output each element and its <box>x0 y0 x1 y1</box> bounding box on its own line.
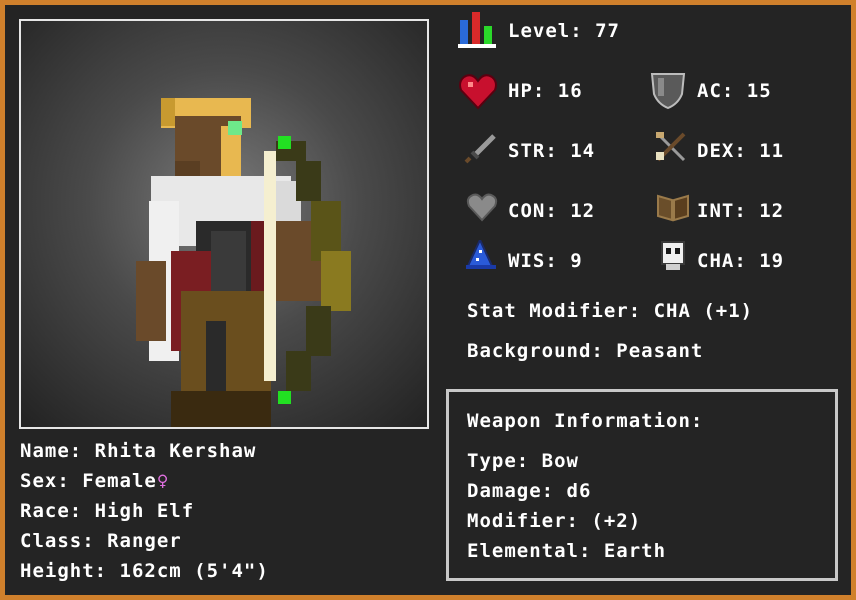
heart-icon <box>459 74 497 110</box>
stat-modifier-label: Stat Modifier: CHA (+1) <box>467 300 754 322</box>
background-label: Background: Peasant <box>467 340 704 362</box>
int-label: INT: 12 <box>697 200 785 222</box>
female-symbol-icon: ♀ <box>156 470 170 492</box>
ranger-sprite <box>136 98 351 427</box>
skull-mask-icon <box>661 241 685 270</box>
class-label: Class: Ranger <box>20 530 182 552</box>
str-label: STR: 14 <box>508 140 596 162</box>
height-label: Height: 162cm (5'4") <box>20 560 269 582</box>
wizard-hat-icon <box>466 240 496 269</box>
character-portrait <box>19 19 429 429</box>
gray-heart-icon <box>466 193 498 222</box>
sword-icon <box>464 134 496 164</box>
hp-label: HP: 16 <box>508 80 583 102</box>
level-bars-icon <box>458 12 496 48</box>
wis-label: WIS: 9 <box>508 250 583 272</box>
weapon-type: Type: Bow <box>467 450 579 472</box>
sex-label: Sex: Female♀ <box>20 470 169 492</box>
book-icon <box>657 194 689 222</box>
con-label: CON: 12 <box>508 200 596 222</box>
weapon-modifier: Modifier: (+2) <box>467 510 642 532</box>
ac-label: AC: 15 <box>697 80 772 102</box>
level-label: Level: 77 <box>508 20 620 42</box>
race-label: Race: High Elf <box>20 500 195 522</box>
dex-label: DEX: 11 <box>697 140 785 162</box>
sex-value: Sex: Female <box>20 470 157 492</box>
crossbow-icon <box>656 132 686 162</box>
weapon-info-heading: Weapon Information: <box>467 410 704 432</box>
weapon-damage: Damage: d6 <box>467 480 592 502</box>
weapon-elemental: Elemental: Earth <box>467 540 667 562</box>
name-label: Name: Rhita Kershaw <box>20 440 257 462</box>
shield-icon <box>650 73 686 110</box>
cha-label: CHA: 19 <box>697 250 785 272</box>
